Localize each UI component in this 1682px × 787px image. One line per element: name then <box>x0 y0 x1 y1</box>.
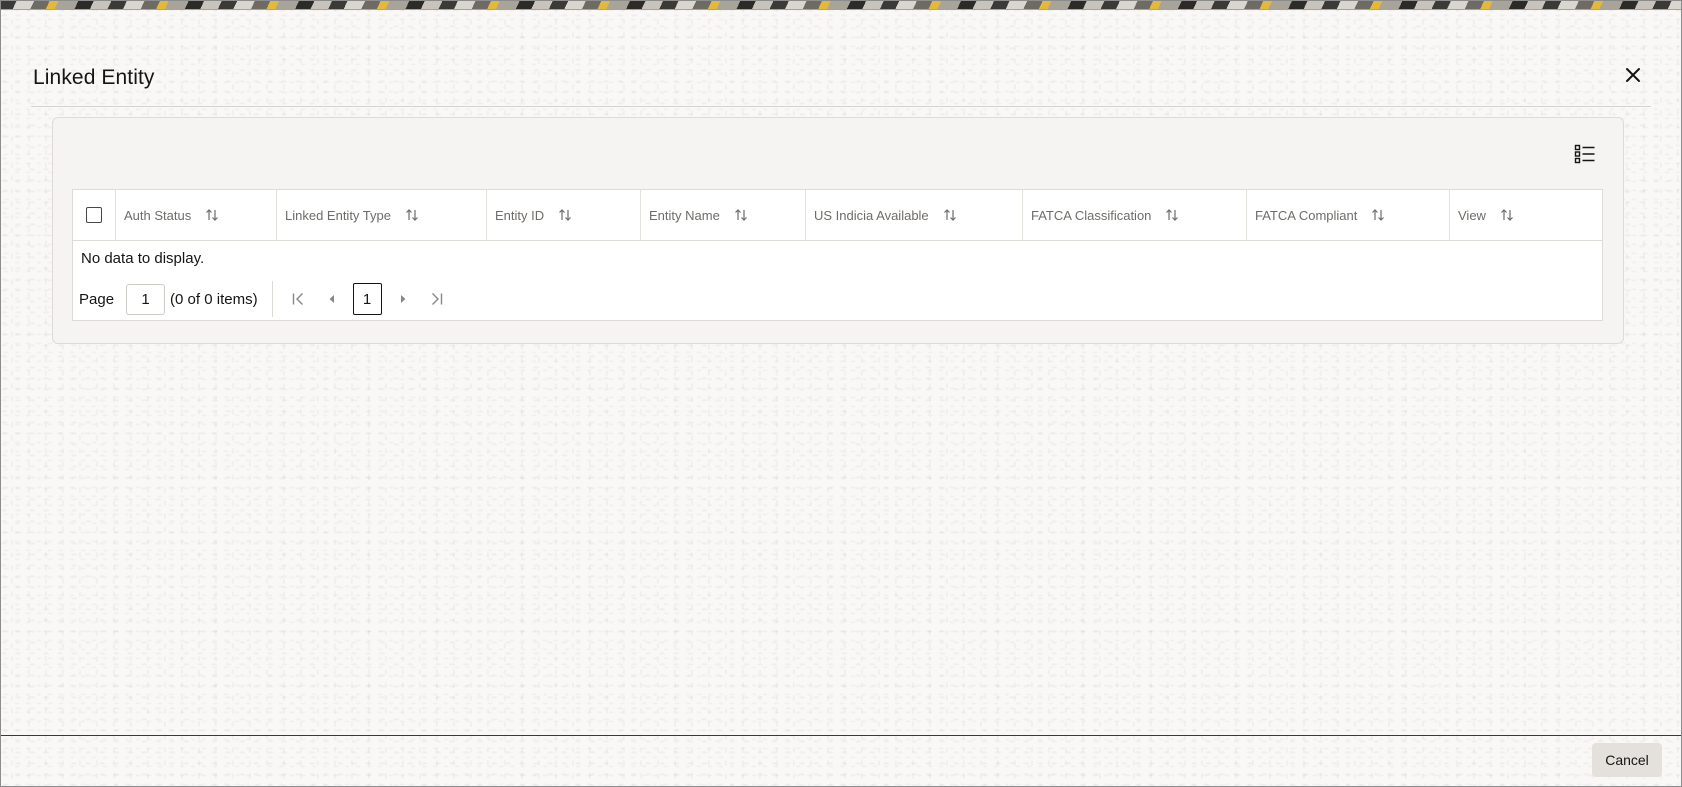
column-header-fatca-compliant[interactable]: FATCA Compliant <box>1247 190 1450 240</box>
next-page-button[interactable] <box>386 283 420 315</box>
select-all-checkbox[interactable] <box>86 207 102 223</box>
column-label: FATCA Classification <box>1031 207 1152 223</box>
sort-icon[interactable] <box>1165 208 1179 222</box>
sort-icon[interactable] <box>1371 208 1385 222</box>
sort-icon[interactable] <box>1500 208 1514 222</box>
first-page-button[interactable] <box>281 283 315 315</box>
page-number-input[interactable] <box>126 283 166 315</box>
column-label: Linked Entity Type <box>285 207 391 223</box>
select-all-column <box>73 190 116 240</box>
column-label: Entity Name <box>649 207 720 223</box>
column-list-icon <box>1574 144 1595 164</box>
last-page-button[interactable] <box>420 283 454 315</box>
table-header: Auth Status Linked Entity Type Entity ID… <box>73 190 1602 241</box>
column-header-linked-entity-type[interactable]: Linked Entity Type <box>277 190 487 240</box>
pagination-bar: Page (0 of 0 items) 1 <box>79 281 454 317</box>
empty-table-message: No data to display. <box>81 250 205 267</box>
footer-divider <box>1 735 1681 736</box>
linked-entity-panel: Auth Status Linked Entity Type Entity ID… <box>52 117 1624 344</box>
sort-icon[interactable] <box>558 208 572 222</box>
previous-page-button[interactable] <box>315 283 349 315</box>
top-banner <box>1 1 1681 10</box>
column-label: Auth Status <box>124 207 192 223</box>
column-header-fatca-classification[interactable]: FATCA Classification <box>1023 190 1247 240</box>
column-header-entity-id[interactable]: Entity ID <box>487 190 641 240</box>
column-header-auth-status[interactable]: Auth Status <box>116 190 277 240</box>
column-label: US Indicia Available <box>814 207 929 223</box>
sort-icon[interactable] <box>734 208 748 222</box>
column-header-view[interactable]: View <box>1450 190 1602 240</box>
cancel-button[interactable]: Cancel <box>1592 743 1662 777</box>
dialog-title: Linked Entity <box>33 66 155 89</box>
linked-entity-table: Auth Status Linked Entity Type Entity ID… <box>72 189 1603 321</box>
column-header-us-indicia-available[interactable]: US Indicia Available <box>806 190 1023 240</box>
current-page-button[interactable]: 1 <box>352 283 382 315</box>
column-label: Entity ID <box>495 207 545 223</box>
close-icon <box>1626 68 1640 82</box>
column-label: View <box>1458 207 1486 223</box>
dialog-header: Linked Entity <box>31 59 1651 107</box>
column-chooser-button[interactable] <box>1573 142 1597 166</box>
pager-divider <box>271 281 273 317</box>
column-label: FATCA Compliant <box>1255 207 1358 223</box>
column-header-entity-name[interactable]: Entity Name <box>641 190 806 240</box>
sort-icon[interactable] <box>205 208 219 222</box>
close-button[interactable] <box>1621 63 1645 87</box>
first-page-icon <box>292 293 303 305</box>
last-page-icon <box>431 293 442 305</box>
previous-page-icon <box>329 295 334 303</box>
page-summary: (0 of 0 items) <box>170 290 258 308</box>
page-label: Page <box>79 290 115 308</box>
sort-icon[interactable] <box>943 208 957 222</box>
next-page-icon <box>400 295 406 303</box>
sort-icon[interactable] <box>405 208 419 222</box>
